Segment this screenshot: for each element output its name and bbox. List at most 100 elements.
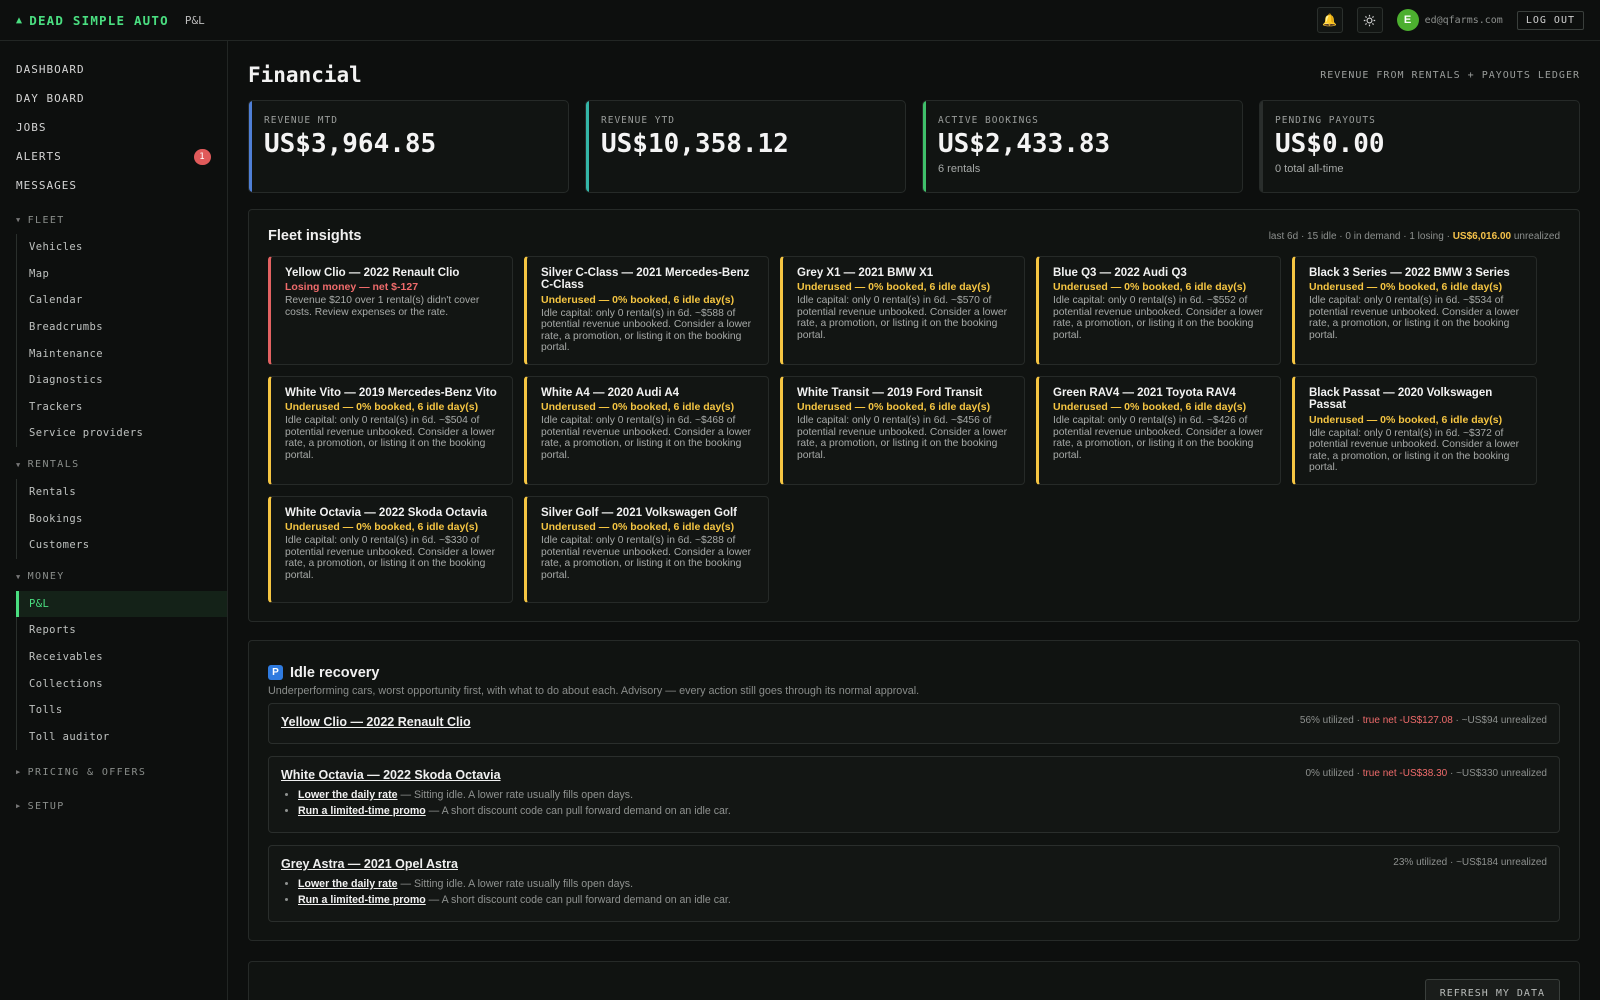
insight-card-description: Idle capital: only 0 rental(s) in 6d. ~$… xyxy=(1053,295,1264,341)
vehicle-link[interactable]: Grey Astra — 2021 Opel Astra xyxy=(281,857,458,871)
action-link[interactable]: Lower the daily rate xyxy=(298,878,398,890)
insight-card[interactable]: Blue Q3 — 2022 Audi Q3 Underused — 0% boo… xyxy=(1036,256,1281,365)
true-net-value: true net -US$38.30 xyxy=(1362,767,1448,779)
sidebar-section-setup[interactable]: ▶ SETUP xyxy=(0,792,227,820)
sidebar-section-money[interactable]: ▼ MONEY xyxy=(0,563,227,591)
sidebar-item-reports[interactable]: Reports xyxy=(17,617,227,644)
action-list: Lower the daily rate — Sitting idle. A l… xyxy=(298,876,1547,909)
sidebar-item-map[interactable]: Map xyxy=(17,261,227,288)
sidebar-item-alerts[interactable]: ALERTS 1 xyxy=(0,142,227,171)
insight-card-title: White Octavia — 2022 Skoda Octavia xyxy=(285,506,487,519)
theme-toggle-button[interactable] xyxy=(1356,7,1383,33)
sidebar-item-receivables[interactable]: Receivables xyxy=(17,644,227,671)
refresh-data-button[interactable]: REFRESH MY DATA xyxy=(1424,978,1560,1000)
sidebar-item-service-providers[interactable]: Service providers xyxy=(17,420,227,447)
action-link[interactable]: Run a limited-time promo xyxy=(298,894,426,906)
insight-card-status: Underused — 0% booked, 6 idle day(s) xyxy=(541,293,735,306)
section-label: RENTALS xyxy=(27,459,80,471)
logout-button[interactable]: LOG OUT xyxy=(1516,10,1584,30)
insight-card-description: Idle capital: only 0 rental(s) in 6d. ~$… xyxy=(797,415,1008,461)
utilization-meta: 23% utilized · ~US$184 unrealized xyxy=(1393,856,1547,868)
kpi-label: PENDING PAYOUTS xyxy=(1275,115,1376,126)
sidebar-item-rentals[interactable]: Rentals xyxy=(17,479,227,506)
sidebar-item-label: DASHBOARD xyxy=(16,63,85,76)
insight-card-title: Yellow Clio — 2022 Renault Clio xyxy=(285,267,460,279)
kpi-value: US$2,433.83 xyxy=(938,129,1111,159)
action-item: Run a limited-time promo — A short disco… xyxy=(298,892,1547,908)
notifications-button[interactable]: 🔔 xyxy=(1316,7,1343,33)
sidebar-item-jobs[interactable]: JOBS xyxy=(0,113,227,142)
fleet-insights-meta: last 6d · 15 idle · 0 in demand · 1 losi… xyxy=(1268,230,1560,242)
sidebar-item-tolls[interactable]: Tolls xyxy=(17,697,227,724)
insight-card[interactable]: White Vito — 2019 Mercedes-Benz Vito Unde… xyxy=(268,375,513,485)
insight-card-title: Black 3 Series — 2022 BMW 3 Series xyxy=(1309,267,1510,279)
kpi-value: US$10,358.12 xyxy=(601,129,789,159)
insight-card-status: Underused — 0% booked, 6 idle day(s) xyxy=(1053,401,1247,414)
sidebar-item-dashboard[interactable]: DASHBOARD xyxy=(0,55,227,84)
brand[interactable]: ▲ DEAD SIMPLE AUTO xyxy=(16,13,169,28)
insight-card-description: Idle capital: only 0 rental(s) in 6d. ~$… xyxy=(541,415,752,461)
kpi-note: 6 rentals xyxy=(938,163,981,175)
insight-card[interactable]: White A4 — 2020 Audi A4 Underused — 0% bo… xyxy=(524,375,769,485)
insight-card[interactable]: Silver Golf — 2021 Volkswagen Golf Underu… xyxy=(524,495,769,603)
sidebar-item-day-board[interactable]: DAY BOARD xyxy=(0,84,227,113)
insight-card[interactable]: Black Passat — 2020 Volkswagen Passat Und… xyxy=(1292,375,1537,485)
avatar[interactable]: E xyxy=(1396,9,1419,31)
insight-card[interactable]: Grey X1 — 2021 BMW X1 Underused — 0% book… xyxy=(780,256,1025,365)
kpi-card: REVENUE MTD US$3,964.85 xyxy=(248,100,569,193)
action-link[interactable]: Run a limited-time promo xyxy=(298,805,426,817)
insight-card[interactable]: White Transit — 2019 Ford Transit Underus… xyxy=(780,375,1025,485)
insight-card[interactable]: Green RAV4 — 2021 Toyota RAV4 Underused —… xyxy=(1036,375,1281,485)
insight-card-title: Grey X1 — 2021 BMW X1 xyxy=(797,267,934,279)
insight-card-title: Silver Golf — 2021 Volkswagen Golf xyxy=(541,506,737,519)
sidebar-item-calendar[interactable]: Calendar xyxy=(17,287,227,314)
rentals-list: Rentals Bookings Customers xyxy=(16,478,227,559)
action-description: — Sitting idle. A lower rate usually fil… xyxy=(397,788,634,801)
sidebar-item-trackers[interactable]: Trackers xyxy=(17,394,227,421)
insight-card-status: Underused — 0% booked, 6 idle day(s) xyxy=(541,401,735,414)
kpi-value: US$0.00 xyxy=(1275,129,1385,159)
insight-card-status: Underused — 0% booked, 6 idle day(s) xyxy=(797,401,991,414)
page-subtitle: REVENUE FROM RENTALS + PAYOUTS LEDGER xyxy=(1320,69,1580,81)
sidebar-item-toll-auditor[interactable]: Toll auditor xyxy=(17,724,227,751)
money-list: P&L Reports Receivables Collections Tolls Tol… xyxy=(16,590,227,751)
insight-card-status: Underused — 0% booked, 6 idle day(s) xyxy=(1053,281,1247,294)
parking-icon: P xyxy=(268,665,283,681)
kpi-label: REVENUE YTD xyxy=(601,115,675,126)
action-link[interactable]: Lower the daily rate xyxy=(298,789,398,801)
insight-card-description: Idle capital: only 0 rental(s) in 6d. ~$… xyxy=(1053,415,1264,461)
sidebar-item-maintenance[interactable]: Maintenance xyxy=(17,340,227,367)
sidebar-section-rentals[interactable]: ▼ RENTALS xyxy=(0,451,227,479)
insight-card-status: Losing money — net $-127 xyxy=(285,281,419,294)
insight-card-status: Underused — 0% booked, 6 idle day(s) xyxy=(797,281,991,294)
idle-recovery-panel: P Idle recovery Underperforming cars, wo… xyxy=(248,639,1580,941)
sidebar-item-p-l[interactable]: P&L xyxy=(16,590,227,618)
insight-card-description: Idle capital: only 0 rental(s) in 6d. ~$… xyxy=(541,535,752,581)
sidebar-section-pricing[interactable]: ▶ PRICING & OFFERS xyxy=(0,758,227,786)
sidebar-item-collections[interactable]: Collections xyxy=(17,670,227,697)
sidebar-item-customers[interactable]: Customers xyxy=(17,532,227,559)
insight-card[interactable]: Silver C-Class — 2021 Mercedes-Benz C-Cl… xyxy=(524,256,769,365)
section-label: MONEY xyxy=(27,571,65,583)
sidebar-item-diagnostics[interactable]: Diagnostics xyxy=(17,367,227,394)
sidebar-item-vehicles[interactable]: Vehicles xyxy=(17,234,227,261)
insight-card[interactable]: White Octavia — 2022 Skoda Octavia Underu… xyxy=(268,495,513,603)
sidebar-item-label: MESSAGES xyxy=(16,179,77,192)
insight-card[interactable]: Yellow Clio — 2022 Renault Clio Losing mo… xyxy=(268,256,513,365)
insight-card-status: Underused — 0% booked, 6 idle day(s) xyxy=(1309,281,1503,294)
sidebar-item-messages[interactable]: MESSAGES xyxy=(0,171,227,200)
insight-card-title: Blue Q3 — 2022 Audi Q3 xyxy=(1053,267,1187,279)
insight-card[interactable]: Black 3 Series — 2022 BMW 3 Series Underu… xyxy=(1292,256,1537,365)
vehicle-link[interactable]: Yellow Clio — 2022 Renault Clio xyxy=(281,715,471,729)
unrealized-amount: US$6,016.00 xyxy=(1452,230,1512,242)
sidebar-section-fleet[interactable]: ▼ FLEET xyxy=(0,206,227,234)
insight-card-status: Underused — 0% booked, 6 idle day(s) xyxy=(541,521,735,534)
action-list: Lower the daily rate — Sitting idle. A l… xyxy=(298,787,1547,820)
vehicle-link[interactable]: White Octavia — 2022 Skoda Octavia xyxy=(281,768,501,782)
sidebar-item-bookings[interactable]: Bookings xyxy=(17,505,227,532)
sidebar-item-label: JOBS xyxy=(16,121,47,134)
insight-card-description: Idle capital: only 0 rental(s) in 6d. ~$… xyxy=(1309,427,1520,474)
insight-card-title: Black Passat — 2020 Volkswagen Passat xyxy=(1309,386,1493,412)
sidebar-item-label: DAY BOARD xyxy=(16,92,85,105)
sidebar-item-breadcrumbs[interactable]: Breadcrumbs xyxy=(17,314,227,341)
